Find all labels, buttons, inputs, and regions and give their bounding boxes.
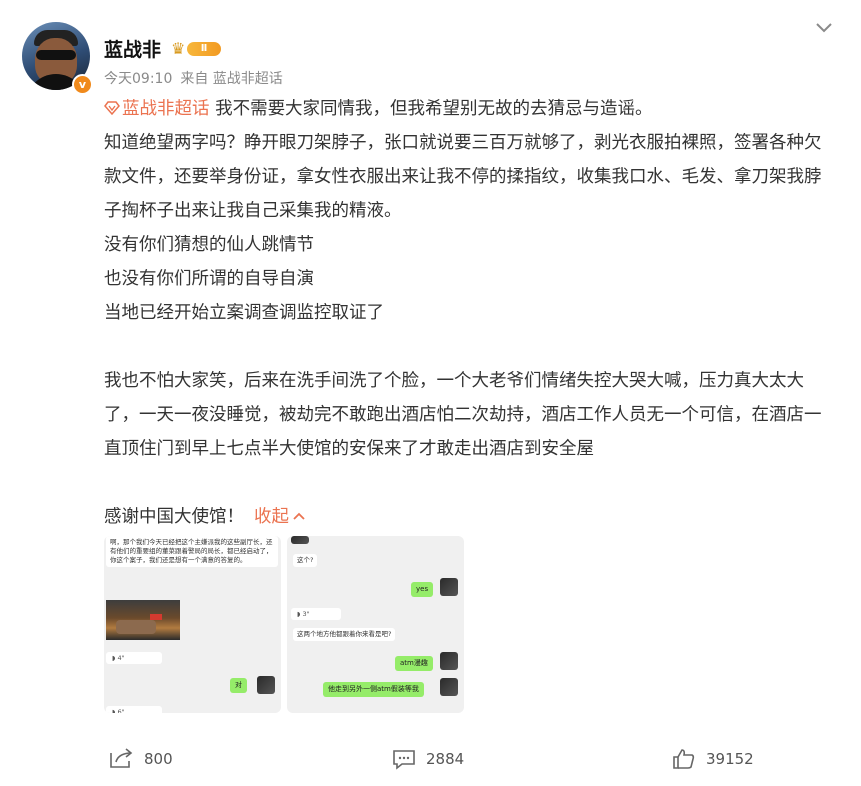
chat-reply: yes	[411, 582, 434, 597]
like-button[interactable]: 39152	[672, 748, 754, 770]
chat-reply: 对	[230, 678, 247, 693]
chat-photo	[106, 600, 180, 640]
post-paragraph-1: 知道绝望两字吗？睁开眼刀架脖子，张口就说要三百万就够了，剥光衣服拍裸照，签署各种…	[104, 133, 822, 221]
post-line-1-text: 我不需要大家同情我，但我希望别无故的去猜忌与造谣。	[209, 99, 653, 119]
repost-count: 800	[144, 750, 173, 768]
post-image-2[interactable]: 这个? yes ◗ 3" 这两个地方他都跟着你来看是吧? atm漫趣 他走到另外…	[287, 536, 464, 713]
post-paragraph-2: 我也不怕大家笑，后来在洗手间洗了个脸，一个大老爷们情绪失控大哭大喊，压力真大太大…	[104, 371, 822, 459]
username[interactable]: 蓝战非	[104, 35, 161, 62]
voice-duration: 4"	[117, 654, 125, 662]
chat-avatar	[440, 678, 458, 696]
post-line-c: 当地已经开始立案调查调监控取证了	[104, 303, 384, 323]
repost-button[interactable]: 800	[108, 748, 173, 770]
post-actions: 800 2884 39152	[0, 744, 861, 774]
post-source[interactable]: 来自 蓝战非超话	[180, 71, 282, 87]
chat-avatar	[440, 652, 458, 670]
level-badge-label: Ⅱ	[187, 42, 221, 56]
comment-icon	[393, 750, 415, 770]
voice-message: ◗ 4"	[106, 652, 162, 664]
repost-icon	[110, 748, 133, 768]
comment-count: 2884	[426, 750, 465, 768]
voice-duration: 6"	[117, 708, 125, 713]
chat-message: 啊，那个我们今天已经把这个主嫌派我的这些副厅长，还有他们的重要组的董菜跟着警局的…	[106, 536, 278, 567]
post-body: 蓝战非超话 我不需要大家同情我，但我希望别无故的去猜忌与造谣。 知道绝望两字吗？…	[104, 92, 834, 534]
post-line-a: 没有你们猜想的仙人跳情节	[104, 235, 314, 255]
voice-message: ◗ 3"	[291, 608, 341, 620]
chat-avatar	[291, 536, 309, 544]
chevron-up-icon	[293, 512, 305, 520]
chat-avatar	[257, 676, 275, 694]
post-image-1[interactable]: 啊，那个我们今天已经把这个主嫌派我的这些副厅长，还有他们的重要组的董菜跟着警局的…	[104, 536, 281, 713]
chat-message: 这个?	[293, 554, 318, 567]
supertopic-link[interactable]: 蓝战非超话	[122, 99, 210, 119]
supertopic-icon	[104, 101, 120, 115]
collapse-label: 收起	[254, 507, 289, 527]
post-line-1: 蓝战非超话 我不需要大家同情我，但我希望别无故的去猜忌与造谣。	[104, 92, 834, 126]
post-time[interactable]: 今天09:10	[104, 71, 172, 87]
like-icon	[673, 749, 695, 769]
chat-reply: atm漫趣	[395, 656, 433, 671]
collapse-button[interactable]: 收起	[254, 507, 306, 527]
comment-button[interactable]: 2884	[392, 748, 464, 770]
voice-duration: 3"	[302, 610, 310, 618]
post-thanks-line: 感谢中国大使馆！ 收起	[104, 500, 834, 534]
avatar-sunglasses	[36, 50, 76, 60]
chevron-down-icon[interactable]	[812, 16, 836, 40]
like-count: 39152	[706, 750, 754, 768]
chat-message: 这两个地方他都跟着你来看是吧?	[293, 628, 396, 641]
voice-message: ◗ 6"	[106, 706, 162, 713]
post-thanks-text: 感谢中国大使馆！	[104, 507, 244, 527]
post-meta: 今天09:10 来自 蓝战非超话	[104, 68, 291, 88]
post-line-b: 也没有你们所谓的自导自演	[104, 269, 314, 289]
photo-people	[116, 620, 156, 634]
verified-badge: v	[72, 74, 93, 95]
chat-avatar	[440, 578, 458, 596]
photo-banner	[150, 614, 162, 620]
level-badge[interactable]: ♛ Ⅱ	[171, 39, 223, 59]
chat-reply: 他走到另外一侧atm假装等我	[323, 682, 424, 697]
